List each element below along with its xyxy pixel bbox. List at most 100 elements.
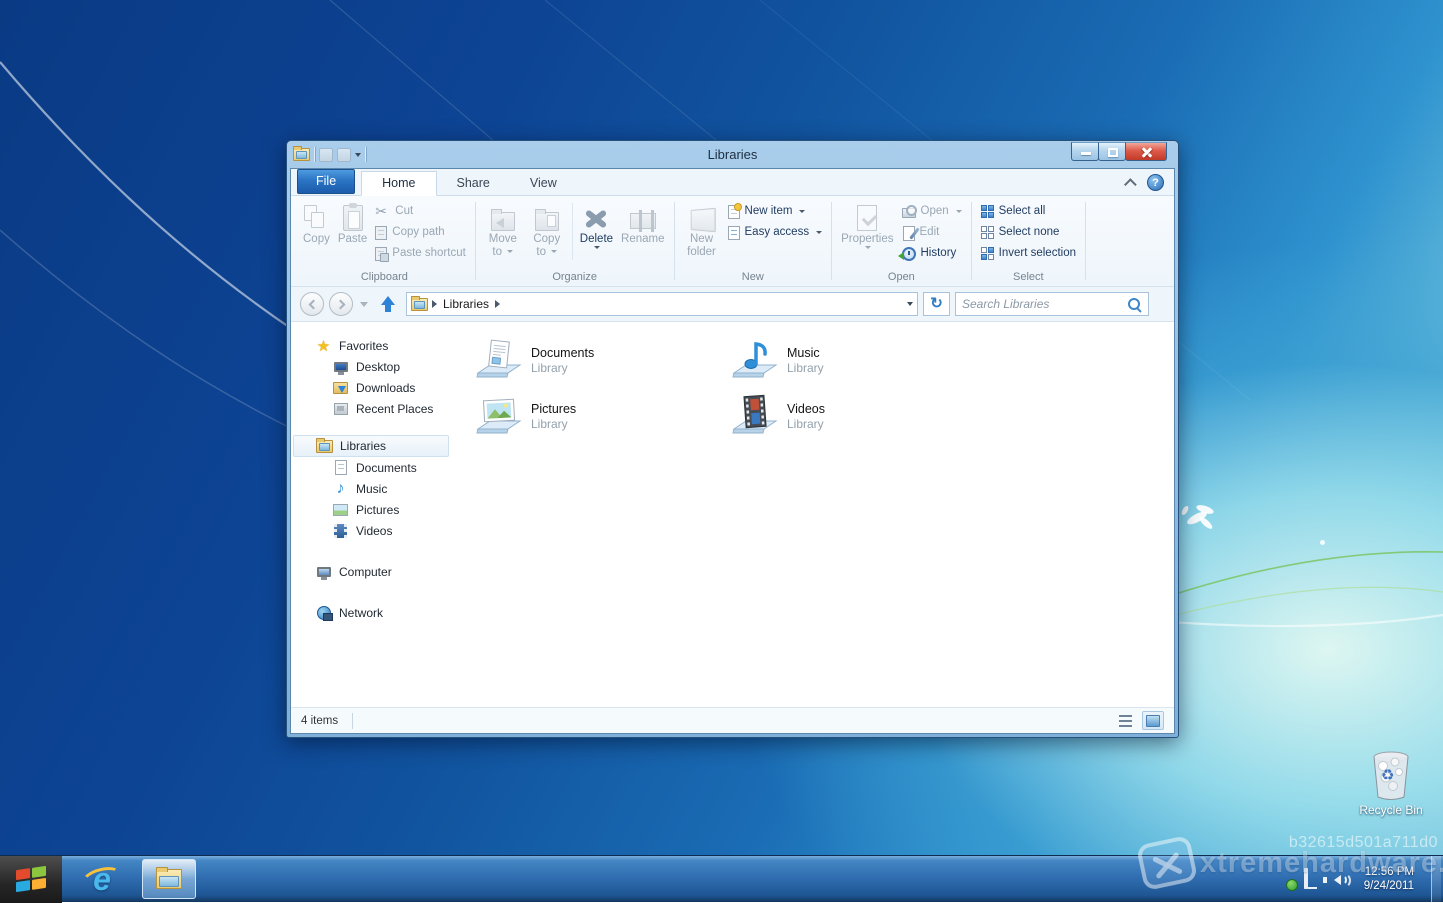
titlebar[interactable]: Libraries [287, 141, 1178, 168]
status-bar: 4 items [291, 707, 1174, 733]
open-button[interactable]: Open [898, 201, 966, 222]
new-folder-icon [690, 208, 715, 232]
start-button[interactable] [0, 856, 62, 903]
network-status-icon[interactable] [1304, 870, 1323, 889]
select-all-button[interactable]: Select all [977, 201, 1080, 222]
taskbar-internet-explorer-button[interactable]: e [76, 859, 128, 899]
videos-library-icon [731, 394, 779, 438]
sidebar-item-pictures[interactable]: Pictures [291, 499, 455, 520]
clock-time: 12:56 PM [1364, 865, 1414, 879]
sidebar-item-downloads[interactable]: Downloads [291, 377, 455, 398]
taskbar-explorer-button[interactable] [142, 859, 196, 899]
address-box[interactable]: Libraries [406, 292, 918, 316]
breadcrumb-arrow-icon[interactable] [432, 300, 437, 308]
ribbon-group-new: New folder New item Easy access [680, 199, 827, 286]
ribbon: Copy Paste Cut [291, 196, 1174, 287]
library-name: Music [787, 346, 824, 360]
edit-button[interactable]: Edit [898, 222, 966, 243]
address-dropdown-icon[interactable] [907, 302, 913, 306]
cut-button[interactable]: Cut [371, 201, 470, 222]
network-globe-icon [317, 606, 331, 620]
search-icon[interactable] [1127, 297, 1142, 312]
document-icon [335, 460, 347, 475]
ribbon-group-clipboard: Copy Paste Cut [299, 199, 470, 286]
sidebar-label: Downloads [356, 381, 415, 395]
tab-view[interactable]: View [510, 172, 577, 195]
sidebar-gap [291, 419, 455, 435]
rename-button[interactable]: Rename [617, 199, 668, 246]
paste-shortcut-button[interactable]: Paste shortcut [371, 243, 470, 264]
recycle-bin-desktop-icon[interactable]: ♻ Recycle Bin [1352, 750, 1430, 817]
tab-home[interactable]: Home [361, 171, 436, 196]
view-switcher [1114, 711, 1164, 730]
file-list-area[interactable]: Documents Library Music [455, 322, 1174, 707]
sidebar-item-videos[interactable]: Videos [291, 520, 455, 541]
history-button[interactable]: History [898, 243, 966, 264]
help-icon[interactable]: ? [1147, 174, 1164, 191]
select-none-icon [981, 226, 994, 239]
library-tile-pictures[interactable]: Pictures Library [475, 388, 731, 444]
copy-to-icon [535, 212, 559, 231]
minimize-button[interactable] [1071, 142, 1099, 161]
copy-to-button[interactable]: Copy to [525, 199, 569, 259]
sidebar-gap [291, 541, 455, 561]
copy-path-button[interactable]: Copy path [371, 222, 470, 243]
tab-share[interactable]: Share [437, 172, 510, 195]
breadcrumb-arrow-icon[interactable] [495, 300, 500, 308]
close-button[interactable] [1125, 142, 1167, 161]
refresh-button[interactable] [923, 292, 950, 316]
move-to-button[interactable]: Move to [481, 199, 525, 259]
history-icon [902, 247, 916, 261]
system-tray: 12:56 PM 9/24/2011 [1276, 856, 1443, 903]
volume-icon[interactable] [1332, 871, 1351, 890]
sidebar-label: Documents [356, 461, 417, 475]
maximize-button[interactable] [1098, 142, 1126, 161]
select-none-button[interactable]: Select none [977, 222, 1080, 243]
breadcrumb-libraries[interactable]: Libraries [441, 297, 491, 311]
paste-button[interactable]: Paste [334, 199, 371, 246]
minimize-ribbon-icon[interactable] [1124, 178, 1137, 191]
sidebar-item-documents[interactable]: Documents [291, 457, 455, 478]
address-bar-row: Libraries [291, 287, 1174, 322]
taskbar-clock[interactable]: 12:56 PM 9/24/2011 [1360, 865, 1422, 893]
sidebar-item-network[interactable]: Network [291, 602, 455, 623]
desktop-monitor-icon [334, 362, 348, 372]
details-view-button[interactable] [1114, 711, 1136, 730]
forward-button[interactable] [329, 292, 353, 316]
new-item-button[interactable]: New item [724, 201, 827, 222]
sidebar-item-computer[interactable]: Computer [291, 561, 455, 582]
sidebar-item-libraries[interactable]: Libraries [293, 435, 449, 457]
delete-button[interactable]: Delete [576, 199, 617, 249]
safely-remove-hardware-icon[interactable] [1276, 870, 1295, 889]
recent-pages-dropdown-icon[interactable] [360, 302, 368, 307]
ribbon-group-select: Select all Select none Invert selection [977, 199, 1080, 286]
thumbnail-view-button[interactable] [1142, 711, 1164, 730]
easy-access-button[interactable]: Easy access [724, 222, 827, 243]
paste-icon [343, 205, 363, 231]
back-button[interactable] [300, 292, 324, 316]
show-desktop-button[interactable] [1431, 856, 1441, 903]
sidebar-item-desktop[interactable]: Desktop [291, 356, 455, 377]
up-button[interactable] [375, 291, 401, 317]
copy-button[interactable]: Copy [299, 199, 334, 246]
recycle-bin-icon: ♻ [1368, 750, 1414, 802]
new-folder-button[interactable]: New folder [680, 199, 724, 259]
search-input[interactable] [962, 297, 1127, 311]
wallpaper-sparkle [1320, 540, 1325, 545]
sidebar-item-favorites[interactable]: Favorites [291, 335, 455, 356]
taskbar: e 12:56 PM 9/24/2011 [0, 855, 1443, 902]
library-tile-videos[interactable]: Videos Library [731, 388, 987, 444]
select-all-icon [981, 205, 994, 218]
tab-file[interactable]: File [297, 169, 355, 194]
group-separator [831, 202, 832, 280]
library-tile-music[interactable]: Music Library [731, 332, 987, 388]
properties-button[interactable]: Properties [837, 199, 897, 249]
sidebar-item-music[interactable]: Music [291, 478, 455, 499]
invert-selection-button[interactable]: Invert selection [977, 243, 1080, 264]
sidebar-item-recent-places[interactable]: Recent Places [291, 398, 455, 419]
search-box [955, 292, 1149, 316]
library-tile-documents[interactable]: Documents Library [475, 332, 731, 388]
copy-path-icon [375, 226, 387, 240]
delete-icon [583, 206, 609, 230]
sidebar-label: Desktop [356, 360, 400, 374]
